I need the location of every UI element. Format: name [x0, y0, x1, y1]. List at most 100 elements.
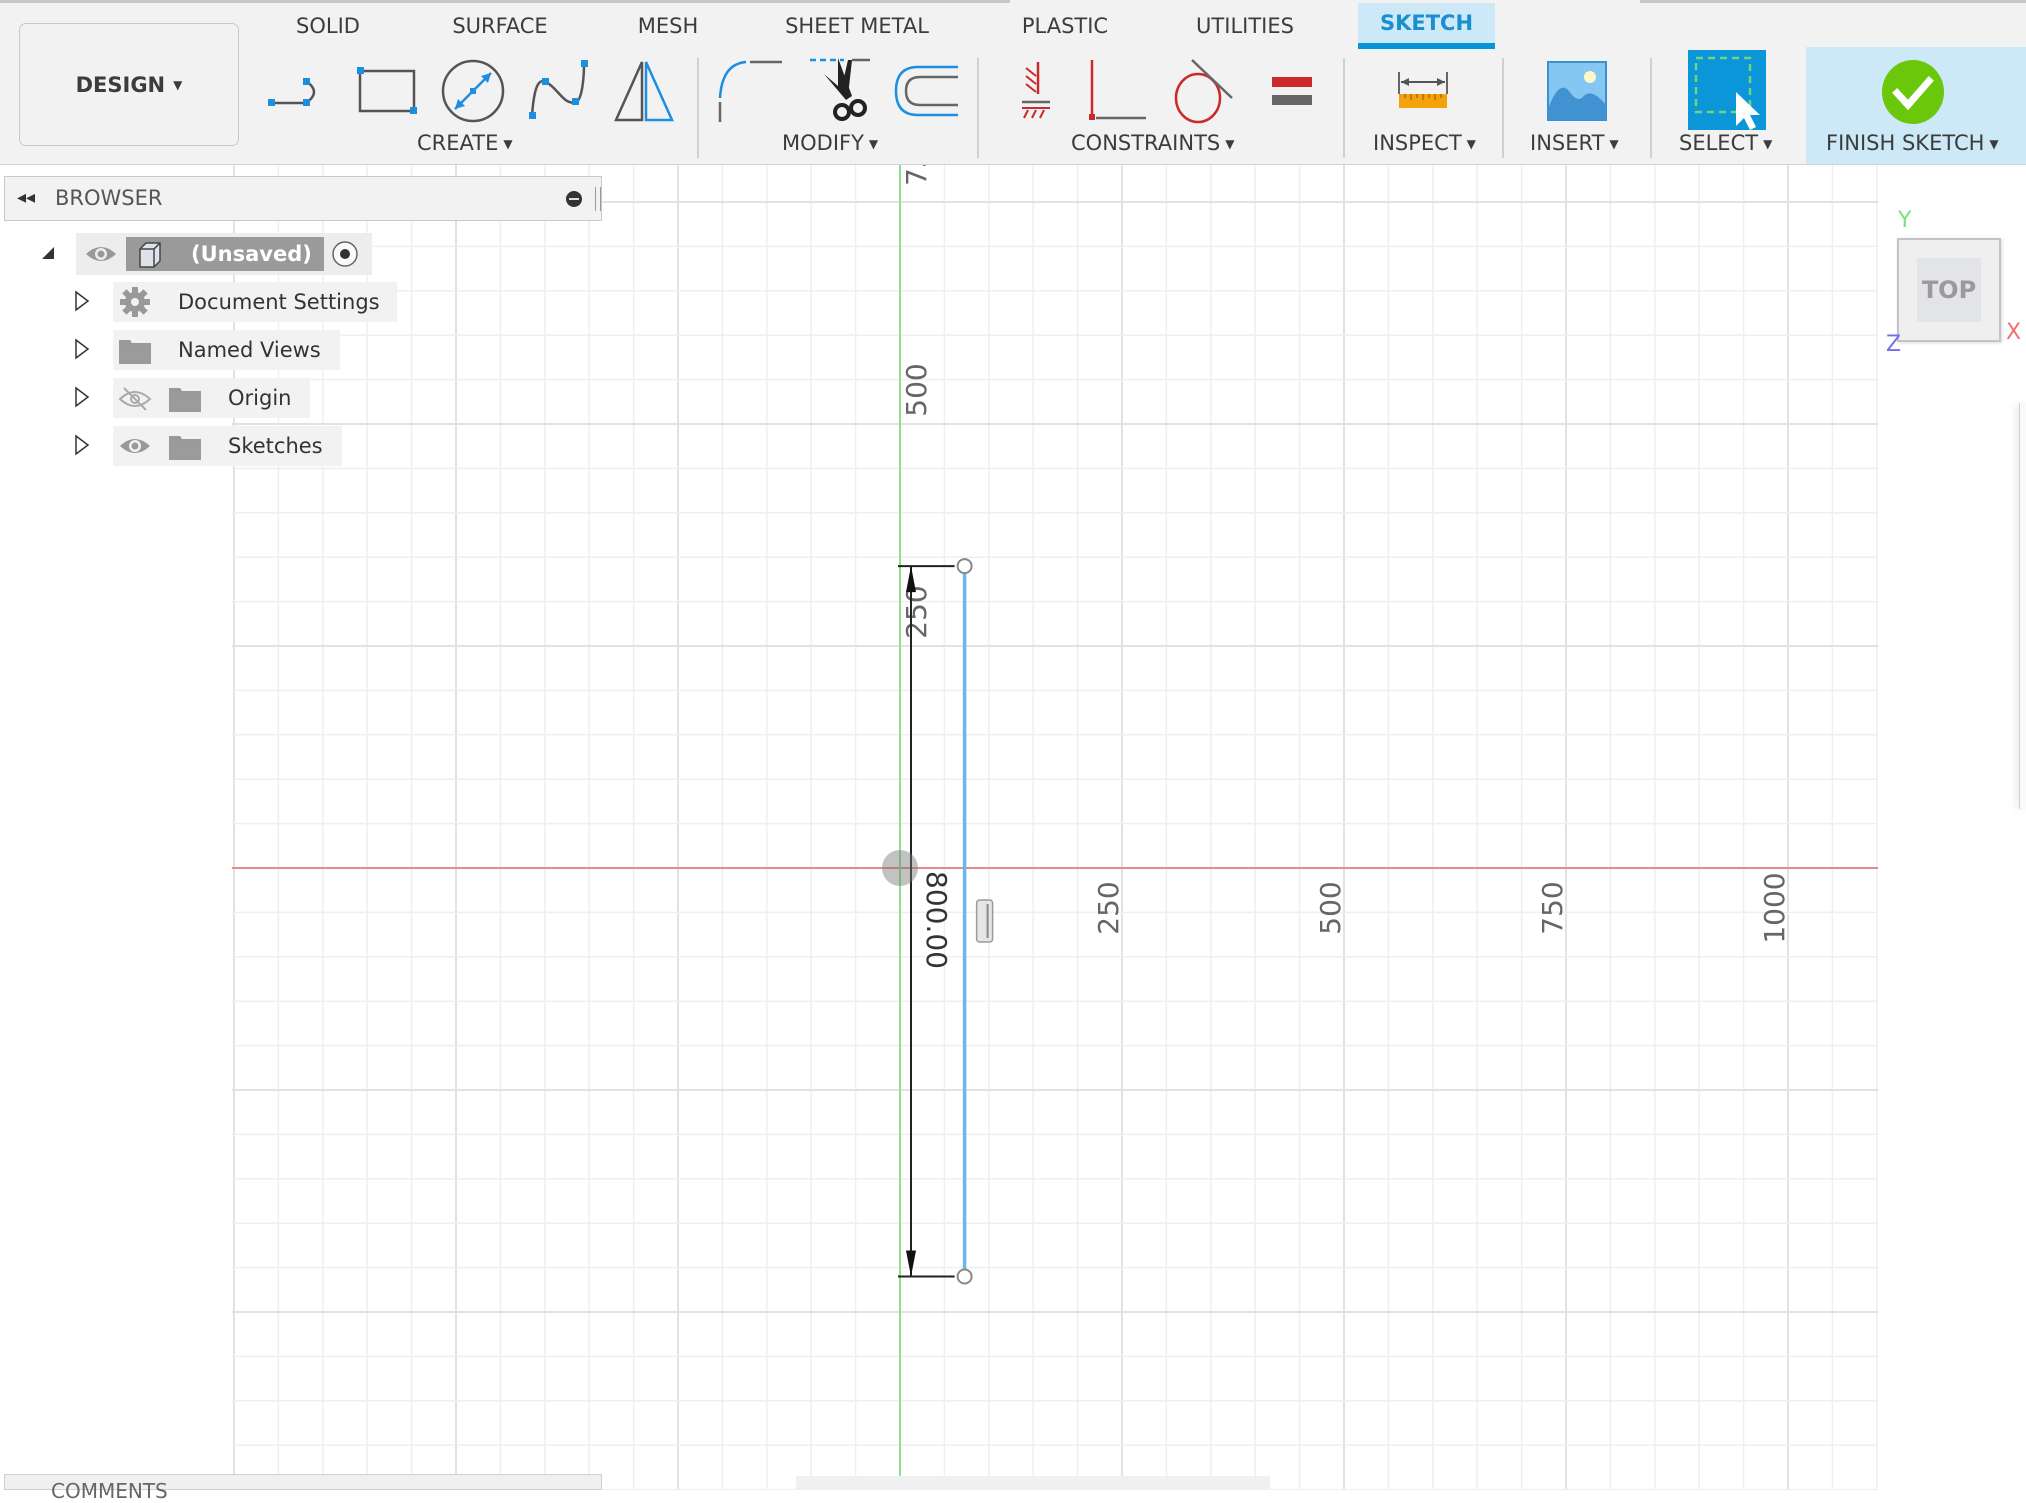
coincident-tool[interactable] [1084, 53, 1154, 129]
select-tool[interactable] [1688, 50, 1766, 130]
tangent-tool[interactable] [1168, 53, 1238, 129]
collapse-panel-icon[interactable]: ◂◂ [17, 187, 35, 208]
y-tick-label: 75 [900, 165, 933, 186]
caret-down-icon: ▼ [868, 137, 879, 151]
eye-icon[interactable] [84, 242, 118, 270]
caret-down-icon: ▼ [1466, 137, 1476, 151]
mirror-icon [614, 61, 674, 122]
view-cube[interactable]: TOP [1897, 238, 2001, 342]
view-cube-x-axis: X [2006, 320, 2022, 345]
browser-item-named-views[interactable]: Named Views [113, 330, 340, 370]
group-divider [1650, 58, 1652, 158]
component-box-icon [136, 241, 164, 273]
caret-down-icon: ▼ [503, 137, 513, 151]
folder-icon [168, 433, 202, 465]
tab-utilities[interactable]: UTILITIES [1180, 3, 1310, 48]
fillet-icon [718, 60, 782, 122]
trim-icon [810, 58, 870, 121]
circle-icon [441, 59, 505, 123]
workspace-switcher-button[interactable]: DESIGN ▼ [19, 23, 239, 146]
sketch-canvas[interactable]: 2505007501000125025050075800.00 [232, 165, 1878, 1490]
view-cube-y-axis: Y [1898, 208, 1912, 233]
gear-icon [119, 286, 151, 322]
line-tool[interactable] [266, 53, 336, 129]
tab-sketch[interactable]: SKETCH [1358, 3, 1495, 49]
select-menu[interactable]: SELECT ▼ [1679, 131, 1772, 155]
insert-label: INSERT [1530, 131, 1605, 155]
fillet-tool[interactable] [716, 53, 786, 129]
modify-menu[interactable]: MODIFY ▼ [782, 131, 878, 155]
insert-menu[interactable]: INSERT ▼ [1530, 131, 1619, 155]
group-divider [1502, 58, 1504, 158]
mirror-tool[interactable] [610, 53, 680, 129]
inspect-label: INSPECT [1373, 131, 1462, 155]
item-label: Origin [228, 386, 292, 410]
y-tick-label: 500 [900, 363, 933, 416]
finish-sketch-menu[interactable]: FINISH SKETCH ▼ [1826, 131, 1999, 155]
insert-image-tool[interactable] [1542, 53, 1612, 129]
activate-radio-icon[interactable] [331, 240, 359, 272]
select-window-icon [1694, 56, 1760, 130]
trim-tool[interactable] [808, 53, 878, 129]
circle-tool[interactable] [438, 53, 508, 129]
side-panel-edge[interactable] [2019, 403, 2026, 809]
tangent-icon [1174, 59, 1233, 124]
browser-item-sketches[interactable]: Sketches [113, 426, 342, 466]
expand-triangle-icon[interactable] [74, 338, 90, 364]
offset-tool[interactable] [892, 53, 962, 129]
tab-surface[interactable]: SURFACE [436, 3, 564, 48]
tab-sheet-metal[interactable]: SHEET METAL [774, 3, 940, 48]
tab-mesh[interactable]: MESH [626, 3, 710, 48]
browser-panel-header: ◂◂ BROWSER [4, 176, 602, 221]
view-cube-face-top[interactable]: TOP [1917, 258, 1981, 322]
x-tick-label: 250 [1092, 881, 1125, 934]
spline-icon [529, 60, 588, 119]
create-menu[interactable]: CREATE ▼ [417, 131, 513, 155]
caret-down-icon: ▼ [1763, 137, 1773, 151]
workspace-label: DESIGN [75, 72, 166, 97]
caret-down-icon: ▼ [1989, 137, 1999, 151]
finish-sketch-label: FINISH SKETCH [1826, 131, 1985, 155]
caret-down-icon: ▼ [173, 77, 183, 92]
spline-tool[interactable] [524, 53, 594, 129]
view-cube-z-axis: Z [1886, 332, 1902, 357]
y-tick-label: 250 [900, 585, 933, 638]
x-tick-label: 500 [1314, 881, 1347, 934]
group-divider [1343, 58, 1345, 158]
comments-panel[interactable]: COMMENTS [4, 1474, 602, 1503]
tab-plastic[interactable]: PLASTIC [1010, 3, 1120, 48]
tab-solid[interactable]: SOLID [280, 3, 376, 48]
measure-tool[interactable] [1388, 53, 1458, 129]
dimension-arrowhead [906, 566, 916, 593]
collapse-triangle-icon[interactable] [40, 245, 56, 265]
rectangle-tool[interactable] [352, 53, 422, 129]
rectangle-icon [357, 67, 417, 114]
equal-icon [1272, 77, 1312, 105]
root-label: (Unsaved) [191, 242, 312, 266]
expand-triangle-icon[interactable] [74, 386, 90, 412]
finish-sketch-button[interactable] [1878, 57, 1948, 127]
browser-item-document-settings[interactable]: Document Settings [113, 282, 397, 322]
panel-resize-handle[interactable] [595, 187, 601, 211]
folder-icon [118, 337, 152, 369]
eye-icon[interactable] [118, 434, 152, 462]
expand-triangle-icon[interactable] [74, 290, 90, 316]
dimension-arrowhead [906, 1250, 916, 1277]
navigation-toolbar[interactable] [796, 1476, 1270, 1490]
browser-root-item[interactable]: (Unsaved) [76, 233, 372, 275]
sketch-endpoint [956, 558, 973, 575]
browser-item-origin[interactable]: Origin [113, 378, 310, 418]
fix-constraint-tool[interactable] [1000, 53, 1070, 129]
insert-image-icon [1547, 61, 1607, 121]
inspect-menu[interactable]: INSPECT ▼ [1373, 131, 1476, 155]
sketch-grid[interactable]: 2505007501000125025050075800.00 [232, 165, 1878, 1490]
fix-constraint-icon [1022, 62, 1050, 119]
dimension-value: 800.00 [920, 871, 953, 969]
expand-triangle-icon[interactable] [74, 434, 90, 460]
equal-tool[interactable] [1258, 53, 1328, 129]
coincident-icon [1089, 60, 1146, 120]
constraints-menu[interactable]: CONSTRAINTS ▼ [1071, 131, 1234, 155]
eye-hidden-icon[interactable] [118, 386, 152, 416]
minimize-icon[interactable] [566, 191, 582, 207]
item-label: Document Settings [178, 290, 380, 314]
